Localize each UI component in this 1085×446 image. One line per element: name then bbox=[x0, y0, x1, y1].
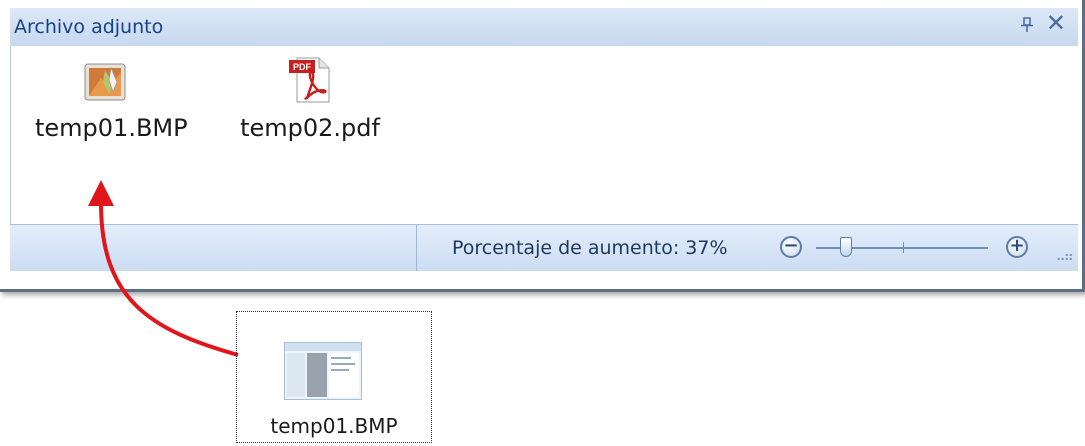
close-icon[interactable]: ✕ bbox=[1046, 11, 1066, 35]
dragged-file-item[interactable]: temp01.BMP bbox=[236, 311, 432, 443]
zoom-slider-thumb[interactable] bbox=[840, 237, 852, 257]
zoom-out-button[interactable]: − bbox=[780, 236, 802, 258]
dragged-file-name: temp01.BMP bbox=[270, 414, 398, 438]
resize-grip-icon[interactable]: ⠤⠶ bbox=[1055, 249, 1073, 265]
zoom-percentage-label: Porcentaje de aumento: 37% bbox=[452, 237, 728, 259]
window-thumbnail-icon bbox=[284, 342, 362, 400]
pin-icon[interactable] bbox=[1020, 17, 1034, 37]
zoom-in-button[interactable]: + bbox=[1006, 236, 1028, 258]
zoom-slider-midpoint bbox=[903, 242, 904, 253]
